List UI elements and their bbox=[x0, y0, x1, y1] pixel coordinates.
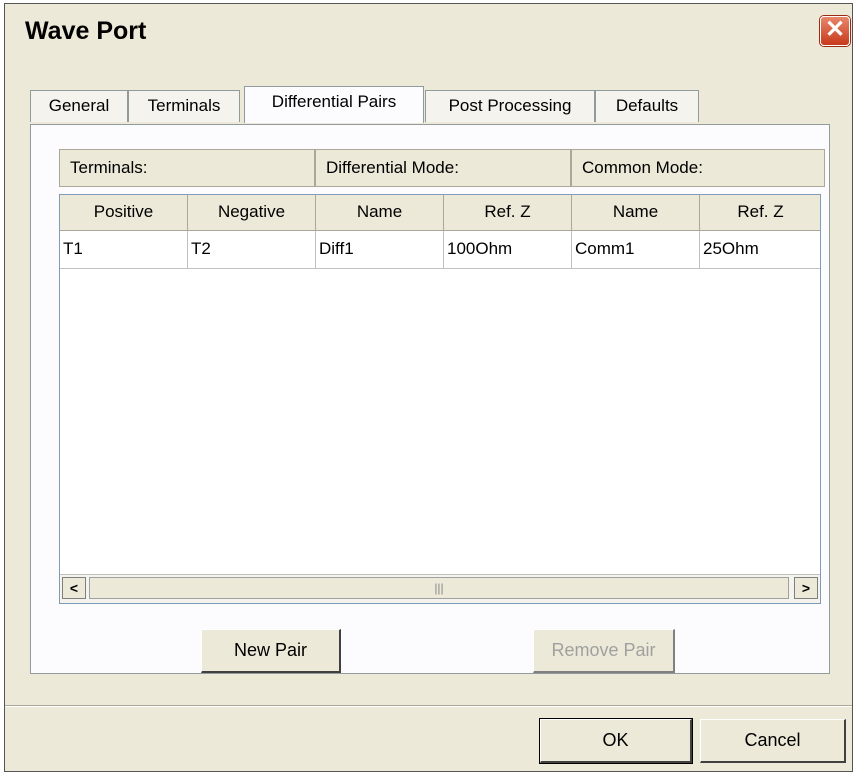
group-header-common-mode: Common Mode: bbox=[571, 149, 825, 187]
tab-differential-pairs[interactable]: Differential Pairs bbox=[244, 86, 424, 123]
title-bar[interactable]: Wave Port ✕ bbox=[5, 4, 852, 64]
column-header-negative[interactable]: Negative bbox=[188, 195, 316, 231]
cancel-button[interactable]: Cancel bbox=[700, 719, 846, 763]
footer-separator bbox=[5, 705, 852, 707]
window-title: Wave Port bbox=[25, 17, 147, 45]
scroll-left-icon[interactable]: < bbox=[62, 577, 86, 599]
column-header-diff-name[interactable]: Name bbox=[316, 195, 444, 231]
remove-pair-button[interactable]: Remove Pair bbox=[533, 629, 675, 673]
tab-defaults[interactable]: Defaults bbox=[595, 90, 699, 122]
new-pair-button[interactable]: New Pair bbox=[201, 629, 341, 673]
cell-negative[interactable]: T2 bbox=[188, 231, 316, 269]
cell-comm-name[interactable]: Comm1 bbox=[572, 231, 700, 269]
tab-terminals[interactable]: Terminals bbox=[128, 90, 240, 122]
scroll-thumb[interactable]: ||| bbox=[89, 577, 789, 599]
cell-diff-name[interactable]: Diff1 bbox=[316, 231, 444, 269]
wave-port-dialog: Wave Port ✕ General Terminals Differenti… bbox=[4, 3, 853, 772]
column-header-comm-name[interactable]: Name bbox=[572, 195, 700, 231]
pairs-table: Positive Negative Name Ref. Z Name Ref. … bbox=[59, 194, 821, 604]
cell-positive[interactable]: T1 bbox=[60, 231, 188, 269]
column-header-diff-refz[interactable]: Ref. Z bbox=[444, 195, 572, 231]
column-header-positive[interactable]: Positive bbox=[60, 195, 188, 231]
group-header-terminals: Terminals: bbox=[59, 149, 315, 187]
column-header-comm-refz[interactable]: Ref. Z bbox=[700, 195, 820, 231]
scroll-right-icon[interactable]: > bbox=[794, 577, 818, 599]
close-icon[interactable]: ✕ bbox=[820, 16, 850, 46]
tab-general[interactable]: General bbox=[30, 90, 128, 122]
tab-post-processing[interactable]: Post Processing bbox=[425, 90, 595, 122]
cell-diff-refz[interactable]: 100Ohm bbox=[444, 231, 572, 269]
horizontal-scrollbar[interactable]: < ||| > bbox=[60, 574, 820, 603]
cell-comm-refz[interactable]: 25Ohm bbox=[700, 231, 820, 269]
ok-button[interactable]: OK bbox=[540, 719, 692, 763]
group-header-differential-mode: Differential Mode: bbox=[315, 149, 571, 187]
